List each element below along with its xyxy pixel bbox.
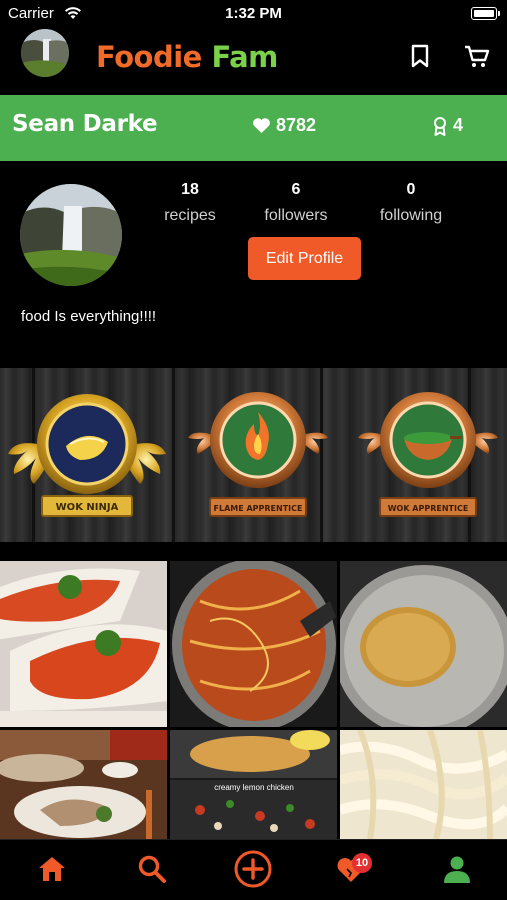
wok-badge-icon: WOK APPRENTICE — [358, 392, 498, 517]
avatar-image — [21, 29, 69, 77]
banner-username: Sean Darke — [12, 111, 158, 137]
badge-wok-apprentice-label: WOK APPRENTICE — [388, 504, 469, 513]
recipe-photo — [170, 561, 337, 727]
recipe-tile[interactable] — [0, 730, 167, 839]
stat-recipes[interactable]: 18 recipes — [135, 181, 245, 225]
stat-following-label: following — [379, 207, 443, 224]
search-icon[interactable] — [135, 852, 169, 886]
likes-count: 8782 — [252, 115, 316, 136]
awards-value: 4 — [453, 115, 464, 135]
profile-picture[interactable] — [20, 184, 122, 286]
app-header: Foodie Fam — [0, 28, 507, 94]
recipe-tile[interactable]: creamy lemon chicken — [170, 730, 337, 839]
stat-followers[interactable]: 6 followers — [241, 181, 351, 225]
notification-badge: 10 — [352, 853, 372, 873]
profile-image — [20, 184, 122, 286]
award-icon — [434, 116, 446, 136]
edit-profile-button[interactable]: Edit Profile — [248, 237, 361, 280]
badges-strip: WOK NINJA FLAME APPRENTICE WOK APPRENTIC… — [0, 368, 507, 542]
bottom-nav: 10 — [0, 839, 507, 900]
badge-wok-ninja[interactable]: WOK NINJA — [8, 384, 166, 529]
badge-flame-apprentice-label: FLAME APPRENTICE — [214, 504, 303, 513]
flame-badge-icon: FLAME APPRENTICE — [188, 392, 328, 517]
stat-followers-value: 6 — [291, 181, 301, 198]
badge-flame-apprentice[interactable]: FLAME APPRENTICE — [188, 384, 328, 529]
awards-count: 4 — [433, 115, 463, 136]
recipe-tile[interactable] — [340, 730, 507, 839]
home-icon[interactable] — [35, 852, 69, 886]
profile-bio: food Is everything!!!! — [21, 308, 157, 325]
recipe-photo: creamy lemon chicken — [170, 730, 337, 839]
recipe-photo — [0, 561, 167, 727]
stat-following-value: 0 — [406, 181, 416, 198]
recipe-tile[interactable] — [170, 561, 337, 727]
heart-icon — [253, 118, 270, 134]
stat-recipes-label: recipes — [164, 207, 216, 224]
badge-wok-apprentice[interactable]: WOK APPRENTICE — [358, 384, 498, 529]
bookmark-icon[interactable] — [406, 42, 434, 70]
recipe-tile[interactable] — [0, 561, 167, 727]
header-avatar[interactable] — [21, 29, 69, 77]
recipe-photo — [0, 730, 167, 839]
battery-icon — [471, 7, 500, 20]
photo-caption: creamy lemon chicken — [214, 783, 294, 792]
app-title: Foodie Fam — [96, 40, 278, 74]
likes-value: 8782 — [276, 115, 317, 135]
stat-following[interactable]: 0 following — [356, 181, 466, 225]
user-banner: Sean Darke 8782 4 — [0, 95, 507, 161]
add-recipe-icon[interactable] — [233, 849, 273, 889]
recipe-grid: creamy lemon chicken — [0, 561, 507, 839]
status-time: 1:32 PM — [225, 5, 282, 22]
recipe-tile[interactable] — [340, 561, 507, 727]
stat-followers-label: followers — [264, 207, 328, 224]
stat-recipes-value: 18 — [181, 181, 199, 198]
status-bar: Carrier 1:32 PM — [0, 0, 507, 28]
profile-icon[interactable] — [440, 852, 474, 886]
recipe-photo — [340, 561, 507, 727]
badge-wok-ninja-label: WOK NINJA — [56, 502, 119, 513]
app-title-part1: Foodie — [96, 40, 202, 74]
recipe-photo — [340, 730, 507, 839]
gold-badge-icon: WOK NINJA — [8, 394, 166, 517]
app-title-part2: Fam — [211, 40, 278, 74]
profile-section: 18 recipes 6 followers 0 following Edit … — [0, 161, 507, 359]
cart-icon[interactable] — [463, 42, 491, 70]
